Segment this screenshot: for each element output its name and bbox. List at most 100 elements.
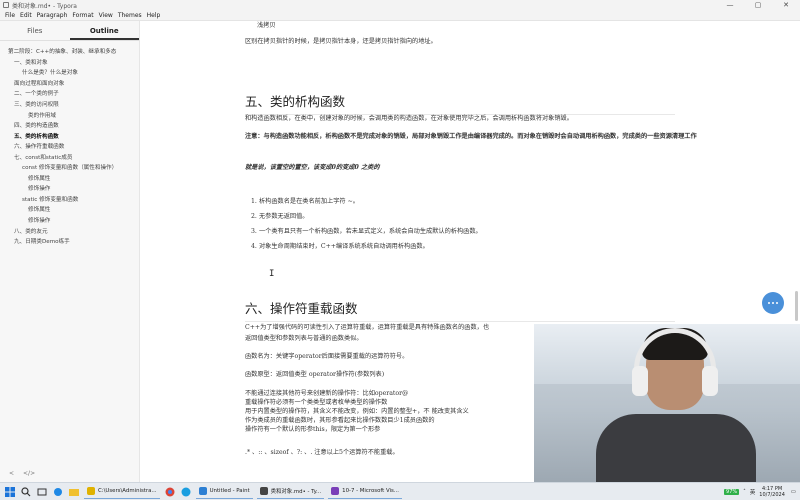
webcam-overlay — [534, 324, 800, 482]
menu-help[interactable]: Help — [147, 12, 161, 19]
menu-view[interactable]: View — [99, 12, 113, 19]
taskbar-app-visual-studio[interactable]: 10-7 - Microsoft Vis... — [328, 485, 403, 499]
list-number: 4. — [251, 243, 257, 250]
text-cursor: I — [269, 269, 275, 279]
list-item: 浅拷贝 — [257, 22, 276, 29]
outline-item[interactable]: 九、日期类Demo练手 — [0, 237, 139, 248]
tab-outline[interactable]: Outline — [69, 21, 139, 40]
outline-item[interactable]: 八、类的友元 — [0, 227, 139, 238]
headphone-left — [632, 366, 648, 396]
sidebar-footer: < </> — [0, 464, 140, 482]
list-item: 4. 对象生命周期结束时，C++编译系统系统自动调用析构函数。 — [245, 242, 675, 252]
sidebar-tabs: Files Outline — [0, 21, 139, 41]
outline-item[interactable]: 五、类的析构函数 — [0, 132, 139, 143]
chrome-icon[interactable] — [164, 486, 176, 498]
chevron-up-icon[interactable]: ˄ — [743, 489, 746, 495]
taskbar-app-label: 10-7 - Microsoft Vis... — [342, 488, 400, 494]
title-bar: 类和对象.md• - Typora — ▢ ✕ — [0, 0, 800, 10]
input-language[interactable]: 英 — [750, 488, 755, 496]
clock-time: 4:17 PM — [762, 485, 783, 492]
outline-item[interactable]: const 修饰变量和函数（属性和操作） — [0, 164, 139, 172]
list-item-text: 无参数无返回值。 — [259, 213, 309, 220]
folder-icon — [87, 487, 95, 495]
search-icon[interactable] — [20, 486, 32, 498]
collapse-sidebar-icon[interactable]: < — [9, 470, 14, 477]
clock[interactable]: 4:17 PM 10/7/2024 — [759, 486, 785, 498]
quote-paragraph: 就是说，该置空的置空，该变成0的变成0 之类的 — [245, 164, 380, 171]
edge-icon[interactable] — [180, 486, 192, 498]
outline-item[interactable]: 二、一个类的例子 — [0, 89, 139, 100]
outline-item[interactable]: 修饰属性 — [0, 174, 139, 185]
menu-file[interactable]: File — [5, 12, 15, 19]
menu-edit[interactable]: Edit — [20, 12, 32, 19]
list-item: 3. 一个类有且只有一个析构函数，若未显式定义，系统会自动生成默认的析构函数。 — [245, 227, 675, 237]
outline-item[interactable]: 七、const和static成员 — [0, 153, 139, 164]
outline-item[interactable]: 什么是类？什么是对象 — [0, 68, 139, 79]
clock-date: 10/7/2024 — [759, 491, 785, 498]
windows-start-icon[interactable] — [4, 486, 16, 498]
rule-line: 作为类成员的重载函数时，其形参看起来比操作数数目少1成员函数的 — [245, 417, 435, 424]
list-number: 2. — [251, 213, 257, 220]
paint-icon — [198, 487, 207, 495]
list-item-text: 一个类有且只有一个析构函数，若未显式定义，系统会自动生成默认的析构函数。 — [259, 228, 482, 235]
taskbar-app-explorer[interactable]: C:\Users\Administra... — [84, 485, 160, 499]
typora-app-icon — [3, 2, 9, 8]
taskbar-app-typora[interactable]: 类和对象.md• - Ty... — [256, 485, 325, 499]
outline-item[interactable]: 第二阶段：C++的抽象、封装、继承和多态 — [0, 47, 139, 58]
rule-line: 重载操作符必须有一个类类型或者枚举类型的操作数 — [245, 399, 388, 406]
list-item: 2. 无参数无返回值。 — [245, 212, 675, 222]
dots-icon — [768, 302, 778, 304]
headphone-right — [702, 366, 718, 396]
rule-line: 用于内置类型的操作符，其含义不能改变，例如：内置的整型+，不 能改变其含义 — [245, 408, 469, 415]
outline-item[interactable]: 修饰操作 — [0, 184, 139, 195]
ie-icon[interactable] — [52, 486, 64, 498]
taskbar-app-paint[interactable]: Untitled - Paint — [195, 485, 253, 499]
outline-item[interactable]: 修饰操作 — [0, 216, 139, 227]
destructor-rules-list: 1. 析构函数名是在类名前加上字符 ~。 2. 无参数无返回值。 3. 一个类有且只有一个… — [245, 197, 675, 257]
taskbar-app-label: Untitled - Paint — [209, 488, 250, 494]
paragraph: 区别在拷贝指针的时候，是拷贝指针本身，还是拷贝指针指向的地址。 — [245, 38, 437, 45]
list-item: 1. 析构函数名是在类名前加上字符 ~。 — [245, 197, 675, 207]
list-item-text: 对象生命周期结束时，C++编译系统系统自动调用析构函数。 — [259, 243, 429, 250]
outline-item[interactable]: 四、类的构造函数 — [0, 121, 139, 132]
tab-files[interactable]: Files — [0, 21, 70, 40]
notification-icon[interactable]: ▭ — [791, 489, 796, 495]
outline-item[interactable]: 一、类和对象 — [0, 58, 139, 69]
maximize-button[interactable]: ▢ — [744, 1, 772, 9]
battery-indicator[interactable]: 97% — [724, 488, 740, 495]
taskbar: C:\Users\Administra... Untitled - Paint … — [0, 482, 800, 500]
window-controls: — ▢ ✕ — [716, 1, 800, 9]
taskbar-app-label: 类和对象.md• - Ty... — [270, 489, 322, 495]
rules-paragraph: 不能通过连接其他符号来创建新的操作符：比如operator@ 重载操作符必须有一个… — [245, 389, 545, 434]
rule-line: 不能通过连接其他符号来创建新的操作符：比如operator@ — [245, 390, 409, 397]
outline-item[interactable]: 六、操作符重载函数 — [0, 142, 139, 153]
heading-operator-overload: 六、操作符重载函数 — [245, 298, 675, 322]
menu-format[interactable]: Format — [72, 12, 93, 19]
folder-icon[interactable] — [68, 486, 80, 498]
list-number: 1. — [251, 198, 257, 205]
outline-item[interactable]: 三、类的访问权限 — [0, 100, 139, 111]
outline-item[interactable]: 面向过程和面向对象 — [0, 79, 139, 90]
visual-studio-icon — [331, 487, 340, 495]
menu-themes[interactable]: Themes — [118, 12, 142, 19]
paragraph: 和构造函数相反，在类中，创建对象的时候，会调用类的构造函数，在对象使用完毕之后，… — [245, 115, 573, 122]
heading-destructor: 五、类的析构函数 — [245, 91, 675, 115]
task-view-icon[interactable] — [36, 486, 48, 498]
sidebar: Files Outline 第二阶段：C++的抽象、封装、继承和多态 一、类和对象… — [0, 21, 140, 482]
minimize-button[interactable]: — — [716, 1, 744, 9]
outline-item[interactable]: 修饰属性 — [0, 205, 139, 216]
close-button[interactable]: ✕ — [772, 1, 800, 9]
outline-item[interactable]: 类的作用域 — [0, 111, 139, 122]
list-item-text: 析构函数名是在类名前加上字符 ~。 — [259, 198, 359, 205]
list-number: 3. — [251, 228, 257, 235]
outline-item[interactable]: static 修饰变量和函数 — [0, 195, 139, 206]
menu-bar: File Edit Paragraph Format View Themes H… — [0, 10, 800, 21]
typora-icon — [259, 487, 268, 495]
window-title: 类和对象.md• - Typora — [12, 2, 77, 10]
note-paragraph: 注意：与构造函数功能相反，析构函数不是完成对象的销毁，局部对象销毁工作是由编译器… — [245, 133, 697, 140]
floating-tool-button[interactable] — [762, 292, 784, 314]
menu-paragraph[interactable]: Paragraph — [37, 12, 68, 19]
scrollbar-thumb[interactable] — [795, 291, 798, 321]
presenter-body — [596, 414, 756, 482]
source-code-mode-icon[interactable]: </> — [23, 470, 35, 477]
